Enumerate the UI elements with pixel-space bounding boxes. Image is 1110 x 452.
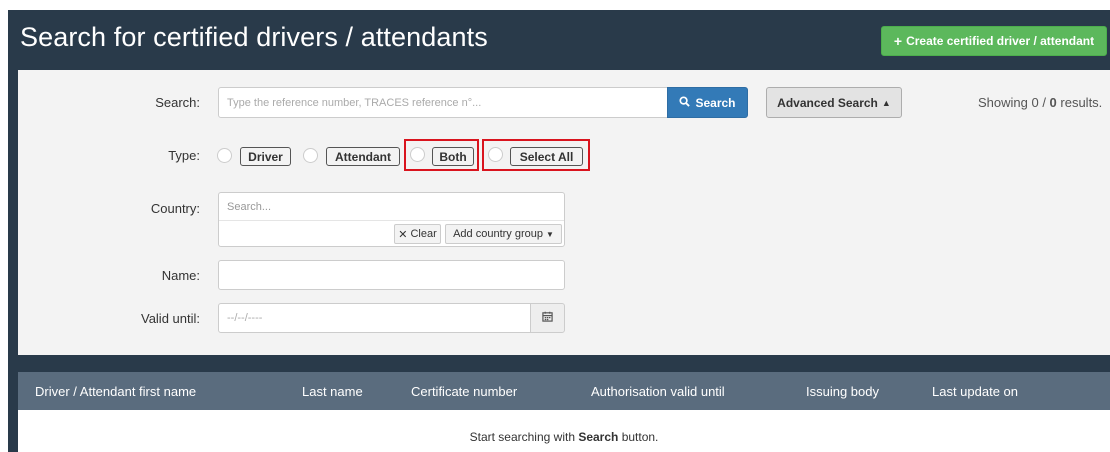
- chevron-down-icon: ▼: [545, 229, 554, 239]
- country-selector[interactable]: Search... ✕ Clear Add country group ▼: [218, 192, 565, 247]
- advanced-search-label: Advanced Search: [777, 95, 878, 110]
- column-header-authorisation-valid-until[interactable]: Authorisation valid until: [591, 384, 725, 399]
- search-label: Search:: [155, 95, 200, 110]
- search-panel: Search: Type the reference number, TRACE…: [18, 70, 1110, 355]
- type-driver-radio[interactable]: [217, 148, 232, 163]
- results-count: Showing 0 / 0 results.: [978, 95, 1110, 110]
- empty-results-message: Start searching with Search button.: [18, 430, 1110, 444]
- add-country-group-button[interactable]: Add country group ▼: [445, 224, 562, 244]
- clear-icon: ✕: [398, 228, 408, 241]
- column-header-first-name[interactable]: Driver / Attendant first name: [35, 384, 196, 399]
- clear-button[interactable]: ✕ Clear: [394, 224, 441, 244]
- name-input[interactable]: [218, 260, 565, 290]
- name-label: Name:: [161, 268, 200, 283]
- plus-icon: +: [893, 33, 903, 49]
- type-label: Type:: [168, 148, 200, 163]
- type-both-radio[interactable]: [410, 147, 425, 162]
- empty-results-suffix: button.: [618, 430, 659, 444]
- search-button[interactable]: Search: [667, 87, 748, 118]
- type-both-option[interactable]: Both: [432, 147, 474, 166]
- add-country-group-label: Add country group: [453, 228, 543, 240]
- calendar-button[interactable]: [530, 303, 565, 333]
- search-icon: [679, 95, 691, 110]
- results-count-prefix: Showing 0 /: [978, 95, 1050, 110]
- valid-until-label: Valid until:: [140, 311, 200, 326]
- type-select-all-option[interactable]: Select All: [510, 147, 583, 166]
- country-label: Country:: [150, 201, 200, 216]
- empty-results-bold: Search: [578, 430, 619, 444]
- search-input[interactable]: Type the reference number, TRACES refere…: [218, 87, 668, 118]
- column-header-last-update[interactable]: Last update on: [932, 384, 1018, 399]
- results-count-total: 0: [1049, 95, 1057, 110]
- advanced-search-button[interactable]: Advanced Search ▲: [766, 87, 902, 118]
- type-select-all-radio[interactable]: [488, 147, 503, 162]
- calendar-icon: [542, 309, 553, 327]
- column-header-issuing-body[interactable]: Issuing body: [806, 384, 879, 399]
- results-table-header: Driver / Attendant first name Last name …: [18, 372, 1110, 410]
- type-attendant-radio[interactable]: [303, 148, 318, 163]
- search-button-label: Search: [695, 95, 736, 110]
- search-placeholder: Type the reference number, TRACES refere…: [227, 96, 482, 109]
- main-container: Search for certified drivers / attendant…: [8, 10, 1110, 452]
- clear-label: Clear: [410, 228, 437, 240]
- column-header-last-name[interactable]: Last name: [302, 384, 363, 399]
- empty-results-prefix: Start searching with: [469, 430, 579, 444]
- caret-up-icon: ▲: [881, 97, 891, 108]
- country-search-placeholder: Search...: [227, 201, 272, 213]
- create-driver-button[interactable]: + Create certified driver / attendant: [881, 26, 1107, 56]
- results-count-suffix: results.: [1056, 95, 1103, 110]
- type-driver-option[interactable]: Driver: [240, 147, 291, 166]
- valid-until-placeholder: --/--/----: [227, 312, 263, 324]
- results-table-body: Start searching with Search button.: [18, 410, 1110, 452]
- type-attendant-option[interactable]: Attendant: [326, 147, 400, 166]
- valid-until-input[interactable]: --/--/----: [218, 303, 531, 333]
- page: Search for certified drivers / attendant…: [0, 0, 1110, 452]
- country-divider: [219, 220, 564, 221]
- column-header-certificate-number[interactable]: Certificate number: [411, 384, 517, 399]
- page-title: Search for certified drivers / attendant…: [20, 22, 488, 52]
- create-driver-label: Create certified driver / attendant: [906, 34, 1095, 48]
